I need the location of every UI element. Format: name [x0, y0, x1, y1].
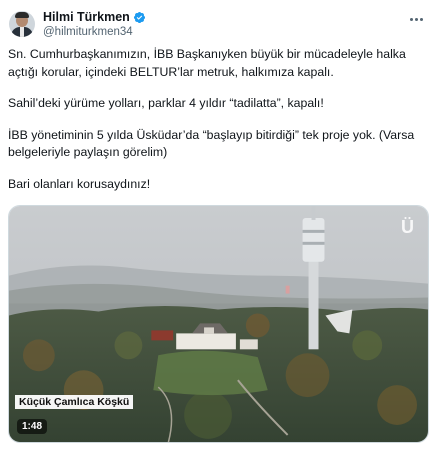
- video-player[interactable]: Ü Küçük Çamlıca Köşkü 1:48: [8, 205, 429, 443]
- verified-badge-icon: [133, 11, 145, 23]
- avatar[interactable]: [9, 11, 35, 37]
- tweet-paragraph: Sahil’deki yürüme yolları, parklar 4 yıl…: [8, 96, 324, 110]
- tweet-card: Hilmi Türkmen @hilmiturkmen34 Sn. Cumhur…: [0, 0, 439, 466]
- video-duration: 1:48: [17, 419, 48, 434]
- author-handle[interactable]: @hilmiturkmen34: [43, 25, 146, 39]
- channel-watermark: Ü: [401, 217, 414, 237]
- video-caption-overlay: Küçük Çamlıca Köşkü: [15, 395, 134, 409]
- tweet-header: Hilmi Türkmen @hilmiturkmen34: [8, 8, 431, 44]
- tweet-paragraph: İBB yönetiminin 5 yılda Üsküdar’da “başl…: [8, 127, 415, 160]
- tweet-text: Sn. Cumhurbaşkanımızın, İBB Başkanıyken …: [8, 44, 431, 193]
- name-row: Hilmi Türkmen: [43, 9, 146, 25]
- tweet-paragraph: Bari olanları korusaydınız!: [8, 176, 151, 191]
- author-info: Hilmi Türkmen @hilmiturkmen34: [43, 8, 146, 39]
- more-options-icon[interactable]: [407, 12, 425, 26]
- tweet-paragraph: Sn. Cumhurbaşkanımızın, İBB Başkanıyken …: [8, 47, 406, 79]
- author-display-name[interactable]: Hilmi Türkmen: [43, 9, 130, 25]
